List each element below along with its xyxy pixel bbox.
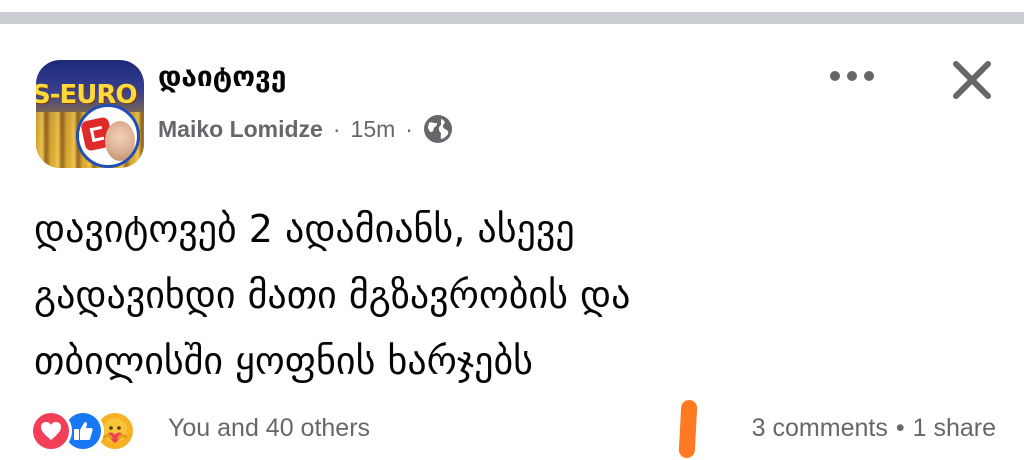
- top-divider: [0, 12, 1024, 24]
- author-face: [105, 121, 135, 161]
- author-avatar[interactable]: [76, 104, 140, 168]
- author-name[interactable]: Maiko Lomidze: [158, 116, 323, 143]
- comments-count-link[interactable]: 3 comments: [752, 414, 888, 442]
- counts-separator: •: [895, 414, 905, 442]
- more-options-icon: [830, 71, 874, 81]
- post-time[interactable]: 15m: [351, 116, 396, 143]
- post-message: დავიტოვებ 2 ადამიანს, ასევე გადავიხდი მა…: [34, 196, 994, 394]
- post-footer: You and 40 others 3 comments • 1 share: [30, 404, 996, 458]
- love-reaction-icon[interactable]: [30, 410, 72, 452]
- close-button[interactable]: [944, 56, 1000, 104]
- more-options-button[interactable]: [824, 58, 880, 94]
- page-avatar[interactable]: S-EURO: [36, 60, 144, 168]
- page-name[interactable]: დაიტოვე: [158, 60, 286, 93]
- reaction-summary[interactable]: You and 40 others: [168, 414, 370, 443]
- close-icon: [953, 61, 991, 99]
- shares-count-link[interactable]: 1 share: [913, 414, 996, 442]
- engagement-counts: 3 comments • 1 share: [752, 414, 996, 443]
- avatar-logo-text: S-EURO: [36, 80, 138, 110]
- globe-icon[interactable]: [423, 114, 453, 144]
- post-message-line: თბილისში ყოფნის ხარჯებს: [34, 339, 533, 383]
- meta-separator: ·: [332, 115, 341, 142]
- post-meta: Maiko Lomidze · 15m ·: [158, 112, 453, 146]
- reaction-icons[interactable]: [30, 408, 136, 454]
- post-message-line: გადავიხდი მათი მგზავრობის და: [34, 273, 631, 317]
- post-header: S-EURO დაიტოვე Maiko Lomidze · 15m ·: [36, 58, 996, 168]
- meta-separator: ·: [405, 115, 413, 142]
- post-message-line: დავიტოვებ 2 ადამიანს, ასევე: [34, 207, 575, 251]
